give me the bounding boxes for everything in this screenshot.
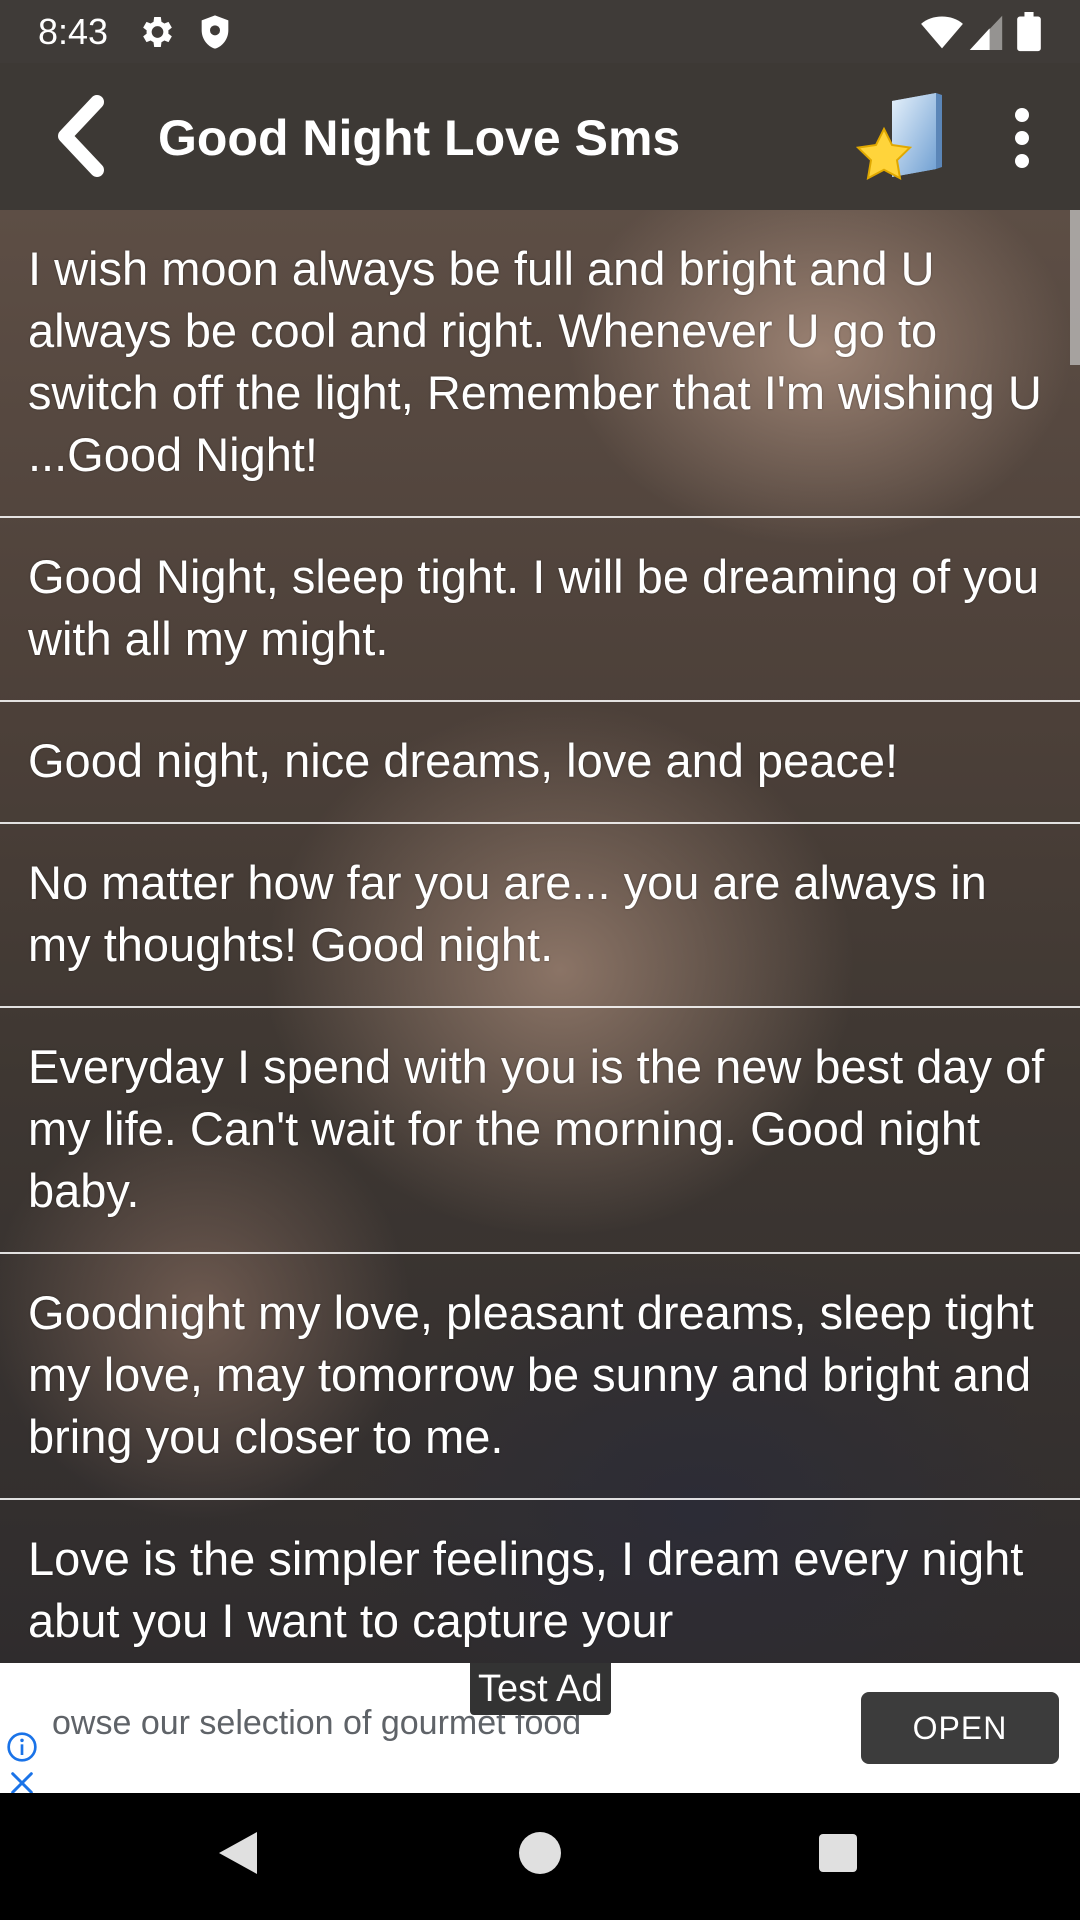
battery-icon <box>1016 12 1044 52</box>
nav-back-button[interactable] <box>208 1823 268 1883</box>
list-item[interactable]: Everyday I spend with you is the new bes… <box>0 1008 1080 1254</box>
nav-recents-button[interactable] <box>808 1823 868 1883</box>
list-item[interactable]: Good night, nice dreams, love and peace! <box>0 702 1080 824</box>
scrollbar[interactable] <box>1070 210 1080 365</box>
more-vertical-icon <box>1015 108 1029 168</box>
status-time: 8:43 <box>38 11 109 52</box>
more-options-button[interactable] <box>1000 103 1044 173</box>
ad-banner[interactable]: owse our selection of gourmet food Test … <box>0 1663 1080 1793</box>
message-text: Goodnight my love, pleasant dreams, slee… <box>28 1286 1034 1463</box>
message-text: Good night, nice dreams, love and peace! <box>28 734 899 787</box>
list-item[interactable]: Goodnight my love, pleasant dreams, slee… <box>0 1254 1080 1500</box>
list-item[interactable]: I wish moon always be full and bright an… <box>0 210 1080 518</box>
list-item[interactable]: No matter how far you are... you are alw… <box>0 824 1080 1008</box>
wifi-icon <box>920 12 963 52</box>
page-title: Good Night Love Sms <box>158 110 681 166</box>
message-text: Love is the simpler feelings, I dream ev… <box>28 1532 1024 1647</box>
signal-icon <box>968 12 1008 52</box>
back-button[interactable] <box>34 91 124 181</box>
chevron-left-icon <box>58 95 104 177</box>
list-item[interactable]: Love is the simpler feelings, I dream ev… <box>0 1500 1080 1663</box>
ad-open-button[interactable]: OPEN <box>861 1692 1059 1764</box>
message-text: No matter how far you are... you are alw… <box>28 856 987 971</box>
home-circle-icon <box>519 1832 561 1874</box>
recents-square-icon <box>819 1834 857 1872</box>
info-icon[interactable] <box>6 1731 38 1763</box>
settings-icon <box>136 12 176 52</box>
close-icon[interactable] <box>8 1769 36 1793</box>
system-nav-bar <box>0 1793 1080 1920</box>
shield-icon <box>195 12 235 52</box>
list-item[interactable]: Good Night, sleep tight. I will be dream… <box>0 518 1080 702</box>
status-bar: 8:43 <box>0 0 1080 63</box>
test-ad-label: Test Ad <box>470 1663 611 1715</box>
favorites-button[interactable] <box>855 89 952 185</box>
message-list[interactable]: I wish moon always be full and bright an… <box>0 210 1080 1663</box>
message-text: Good Night, sleep tight. I will be dream… <box>28 550 1040 665</box>
message-text: I wish moon always be full and bright an… <box>28 242 1042 481</box>
message-text: Everyday I spend with you is the new bes… <box>28 1040 1045 1217</box>
back-triangle-icon <box>219 1832 257 1874</box>
nav-home-button[interactable] <box>510 1823 570 1883</box>
star-folder-icon <box>855 93 942 181</box>
app-bar: Good Night Love Sms <box>0 63 1080 210</box>
